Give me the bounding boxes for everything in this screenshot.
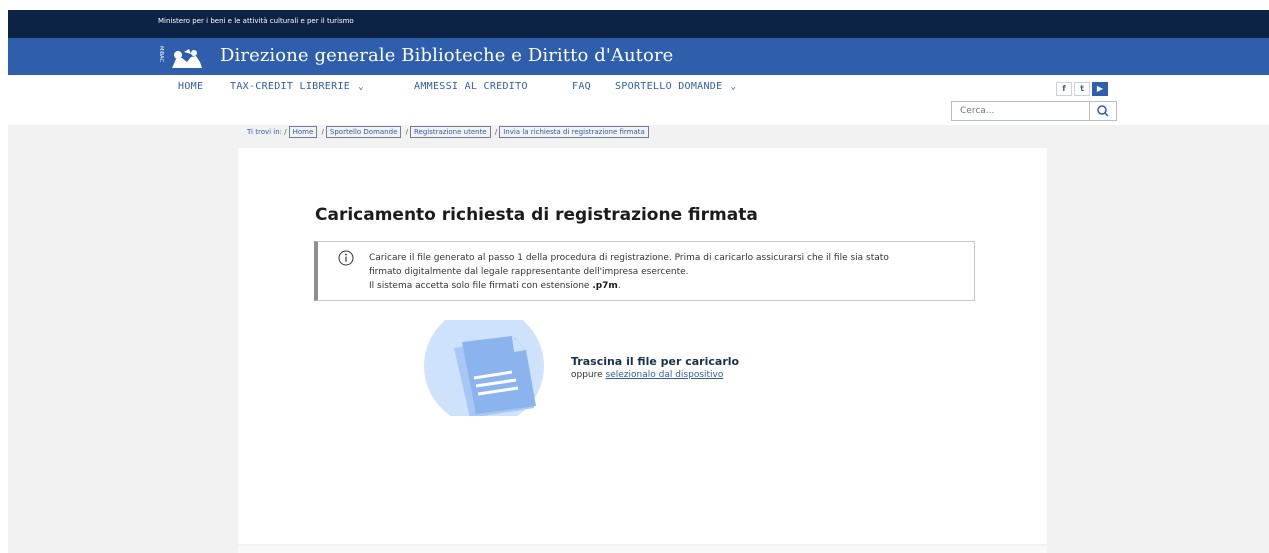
nav-item-sportello-domande[interactable]: SPORTELLO DOMANDE ⌄: [615, 81, 736, 92]
search-icon: [1097, 105, 1109, 117]
chevron-down-icon: ⌄: [730, 82, 737, 92]
nav-item-label: AMMESSI AL CREDITO: [414, 81, 528, 92]
mibac-logo-icon[interactable]: MiBAC: [158, 46, 206, 70]
document-upload-icon[interactable]: [424, 320, 554, 416]
nav-item-faq[interactable]: FAQ: [572, 81, 591, 92]
page-title: Caricamento richiesta di registrazione f…: [315, 205, 758, 225]
info-icon: [338, 250, 354, 266]
breadcrumb-item-current[interactable]: Invia la richiesta di registrazione firm…: [499, 126, 649, 138]
upload-subtitle: oppure selezionalo dal dispositivo: [571, 370, 724, 380]
nav-item-label: SPORTELLO DOMANDE: [615, 81, 723, 92]
breadcrumb-prefix: Ti trovi in:: [247, 128, 283, 136]
social-links: f t ▶: [1056, 82, 1110, 96]
breadcrumb-item-registrazione-utente[interactable]: Registrazione utente: [409, 126, 491, 138]
youtube-icon[interactable]: ▶: [1092, 82, 1108, 96]
info-text: Caricare il file generato al passo 1 del…: [369, 251, 969, 293]
upload-title: Trascina il file per caricarlo: [571, 355, 740, 368]
search-input[interactable]: [952, 102, 1096, 120]
info-line: Il sistema accetta solo file firmati con…: [369, 281, 621, 291]
facebook-icon[interactable]: f: [1056, 82, 1072, 96]
nav-item-home[interactable]: HOME: [178, 81, 203, 92]
select-from-device-link[interactable]: selezionalo dal dispositivo: [606, 370, 724, 380]
ministry-label: Ministero per i beni e le attività cultu…: [158, 17, 354, 25]
info-callout: Caricare il file generato al passo 1 del…: [314, 241, 975, 301]
nav-item-label: TAX-CREDIT LIBRERIE: [230, 81, 351, 92]
info-line: Caricare il file generato al passo 1 del…: [369, 253, 889, 263]
breadcrumb: Ti trovi in: / Home / Sportello Domande / R…: [247, 126, 651, 138]
nav-item-label: HOME: [178, 81, 204, 92]
svg-text:MiBAC: MiBAC: [158, 46, 164, 62]
search-button[interactable]: [1089, 102, 1116, 120]
twitter-icon[interactable]: t: [1074, 82, 1090, 96]
nav-item-label: FAQ: [572, 81, 591, 92]
breadcrumb-item-home[interactable]: Home: [288, 126, 318, 138]
footer-strip: [238, 546, 1047, 553]
nav-item-tax-credit-librerie[interactable]: TAX-CREDIT LIBRERIE ⌄: [230, 81, 364, 92]
nav-item-ammessi-al-credito[interactable]: AMMESSI AL CREDITO: [414, 81, 528, 92]
main-nav: HOME TAX-CREDIT LIBRERIE ⌄ AMMESSI AL CRE…: [8, 75, 1269, 125]
file-extension: .p7m: [592, 281, 618, 291]
site-header: MiBAC Direzione generale Biblioteche e D…: [8, 38, 1269, 75]
info-line: firmato digitalmente dal legale rapprese…: [369, 267, 689, 277]
ministry-bar: Ministero per i beni e le attività cultu…: [8, 10, 1269, 38]
breadcrumb-item-sportello-domande[interactable]: Sportello Domande: [325, 126, 402, 138]
site-title[interactable]: Direzione generale Biblioteche e Diritto…: [220, 45, 673, 66]
chevron-down-icon: ⌄: [358, 82, 364, 92]
search-box: [951, 101, 1117, 121]
